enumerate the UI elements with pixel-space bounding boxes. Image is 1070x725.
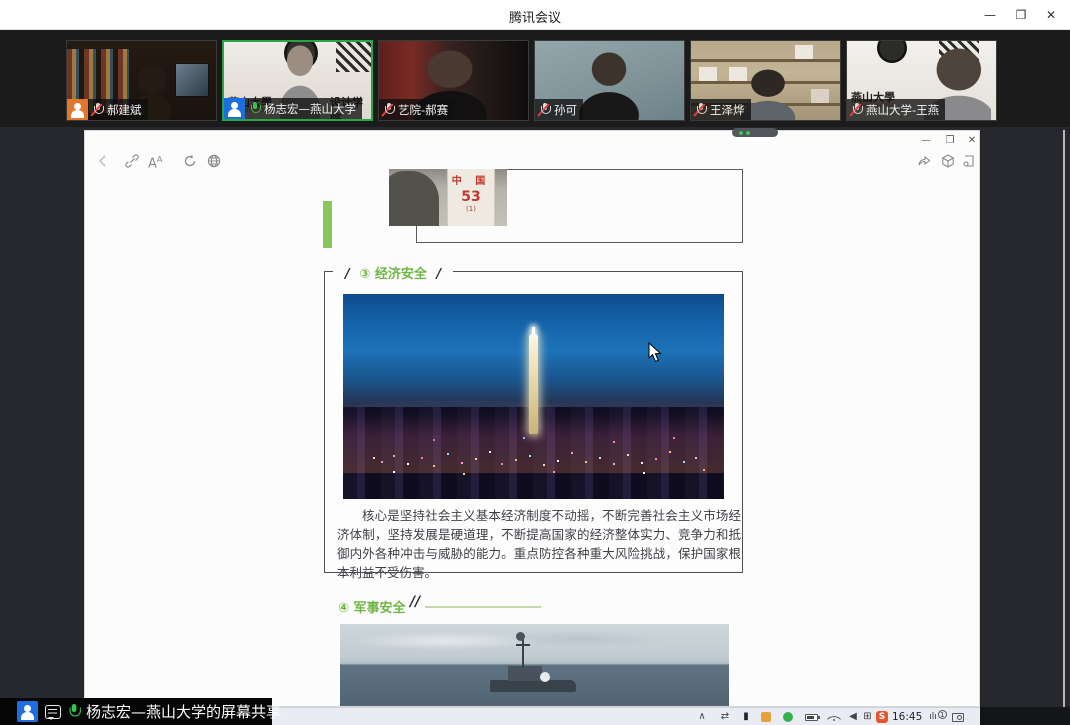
mic-active-icon	[67, 703, 80, 720]
mic-muted-icon	[92, 102, 103, 117]
shelf-boxes-decor	[699, 67, 717, 81]
maximize-button[interactable]: ❐	[1008, 5, 1034, 25]
presenter-avatar-icon	[17, 701, 38, 722]
pattern-decor	[336, 42, 372, 72]
ship-mast	[522, 638, 524, 668]
participant-tile-active-speaker[interactable]: 燕山大學 YANSHAN UNIVERSITY 设计学院 杨志宏—燕山大学	[222, 40, 373, 121]
host-badge-icon	[224, 98, 245, 119]
share-forward-icon[interactable]	[915, 153, 933, 171]
tray-app-orange-icon[interactable]	[761, 712, 771, 722]
person-silhouette	[577, 49, 641, 121]
city-skyline-photo	[343, 294, 724, 499]
volume-icon[interactable]: ◀	[847, 710, 859, 724]
monitor-decor	[175, 63, 209, 97]
screen-share-view: — ❐ ✕ AA	[0, 127, 1070, 725]
tray-sync-icon[interactable]: ⇄	[718, 710, 732, 724]
participant-name: 孙可	[554, 102, 577, 118]
doc-minimize-button[interactable]: —	[917, 135, 935, 146]
document-reader-window: — ❐ ✕ AA	[84, 130, 980, 707]
app-root: 腾讯会议 — ❐ ✕ 郝建斌 燕山大學 YANSHAN	[0, 0, 1070, 725]
soldier-silhouette	[389, 171, 439, 226]
tray-chevron-icon[interactable]: ∧	[695, 710, 709, 724]
marker-text: 中 国	[448, 172, 494, 187]
document-figure-frame-top	[507, 169, 743, 170]
participant-tile[interactable]: 燕山大學 YANSHAN UNIVERSITY 燕山大学-王燕	[846, 40, 997, 121]
heading-underline	[425, 606, 541, 608]
member-badge-icon	[67, 99, 88, 120]
ship-superstructure	[508, 666, 542, 681]
exit-doc-icon[interactable]	[959, 153, 977, 171]
marker-number: 53	[448, 189, 494, 205]
citylights-dots	[373, 457, 375, 459]
ship-hull	[490, 680, 576, 692]
action-center-icon[interactable]	[952, 713, 964, 722]
share-edge-artifact	[1063, 130, 1065, 722]
marker-subnumber: (1)	[448, 205, 494, 213]
participant-name: 王泽烨	[710, 102, 745, 118]
cellular-signal-icon[interactable]: ılı1	[925, 710, 951, 724]
section-title: ③ 经济安全	[359, 267, 427, 282]
font-size-icon[interactable]: AA	[148, 155, 162, 171]
link-icon[interactable]	[123, 153, 141, 171]
clouds-decor	[360, 630, 700, 652]
deco-slash: /	[340, 267, 355, 282]
tray-usb-icon[interactable]: ▮	[741, 710, 751, 724]
boundary-stone: 中 国 53 (1)	[447, 169, 495, 226]
doc-close-button[interactable]: ✕	[963, 135, 980, 146]
mic-muted-icon	[383, 102, 394, 117]
warship-photo	[340, 624, 729, 707]
ship-radar	[516, 632, 525, 641]
app-title: 腾讯会议	[0, 7, 1070, 26]
chat-icon	[45, 705, 61, 719]
screen-share-indicator[interactable]: 杨志宏—燕山大学的屏幕共享	[0, 698, 272, 725]
participant-name: 郝建斌	[107, 102, 142, 118]
participant-tile[interactable]: 王泽烨	[690, 40, 841, 121]
signal-badge: 1	[938, 710, 947, 719]
minimize-button[interactable]: —	[977, 5, 1003, 25]
tray-app-green-icon[interactable]	[783, 712, 793, 722]
ship-dish	[540, 672, 550, 682]
deco-slashes: //	[410, 594, 420, 610]
mic-muted-icon	[851, 102, 862, 117]
participant-name: 杨志宏—燕山大学	[264, 101, 356, 117]
tower-decor	[529, 334, 538, 434]
sogou-icon[interactable]: S	[876, 711, 888, 723]
refresh-icon[interactable]	[181, 153, 199, 171]
bookshelf-decor	[691, 59, 840, 62]
share-letterbox	[980, 707, 1070, 725]
participant-name: 燕山大学-王燕	[866, 102, 939, 118]
section-economic-paragraph: 核心是坚持社会主义基本经济制度不动摇，不断完善社会主义市场经济体制，坚持发展是硬…	[337, 506, 741, 582]
tray-grid-icon[interactable]: ⊞	[861, 710, 874, 724]
mic-muted-icon	[539, 102, 550, 117]
mouse-cursor	[648, 342, 662, 363]
app-titlebar: 腾讯会议 — ❐ ✕	[0, 0, 1070, 30]
section-military-heading: ④ 军事安全	[338, 597, 406, 616]
green-accent-bar	[323, 201, 332, 248]
participant-tile[interactable]: 艺院-郝赛	[378, 40, 529, 121]
back-icon[interactable]	[94, 153, 112, 171]
globe-icon[interactable]	[205, 153, 223, 171]
border-marker-photo: 中 国 53 (1)	[389, 169, 507, 226]
participant-name: 艺院-郝赛	[398, 102, 448, 118]
section-economic-heading: / ③ 经济安全 /	[333, 263, 453, 282]
share-indicator-text: 杨志宏—燕山大学的屏幕共享	[86, 701, 281, 722]
share-control-pill[interactable]	[732, 128, 778, 137]
wifi-icon[interactable]	[828, 712, 840, 722]
clock[interactable]: 16:45	[892, 710, 922, 724]
close-button[interactable]: ✕	[1038, 5, 1064, 25]
cube-icon[interactable]	[939, 153, 957, 171]
deco-slash: /	[431, 267, 446, 282]
participant-tile[interactable]: 孙可	[534, 40, 685, 121]
doc-restore-button[interactable]: ❐	[941, 135, 959, 146]
participant-tile[interactable]: 郝建斌	[66, 40, 217, 121]
video-thumbnail-strip: 郝建斌 燕山大學 YANSHAN UNIVERSITY 设计学院 杨志宏—燕山大…	[0, 30, 1070, 127]
battery-icon[interactable]	[805, 714, 818, 721]
mic-active-icon	[249, 101, 260, 116]
mic-muted-icon	[695, 102, 706, 117]
